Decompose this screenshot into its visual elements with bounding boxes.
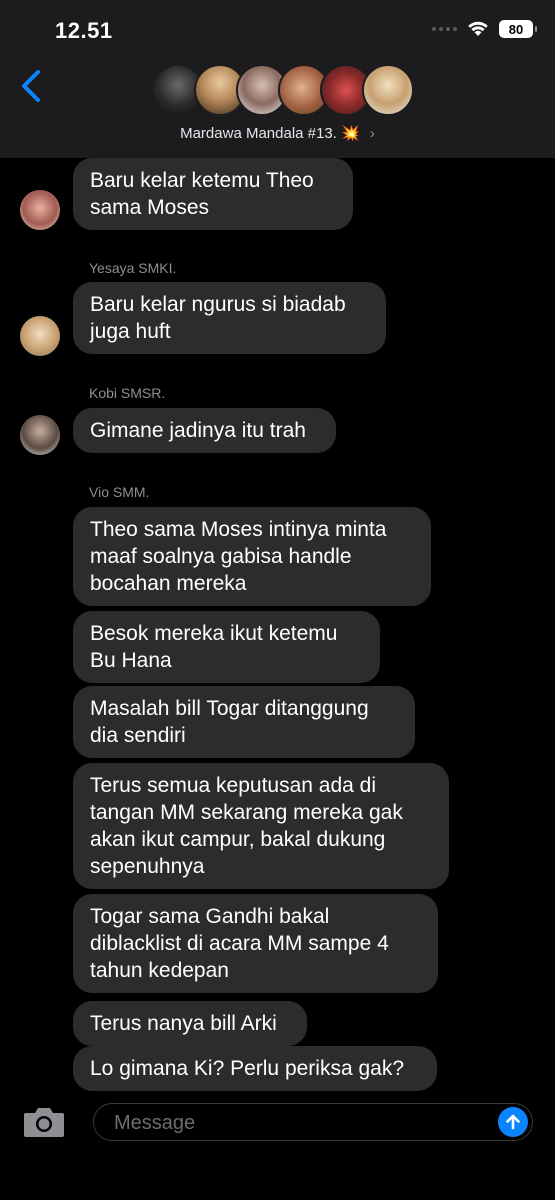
message-input[interactable] bbox=[112, 1109, 476, 1137]
cellular-signal-icon bbox=[432, 27, 457, 31]
send-button[interactable] bbox=[498, 1107, 528, 1137]
camera-icon[interactable] bbox=[22, 1105, 66, 1139]
message-text: Besok mereka ikut ketemu Bu Hana bbox=[90, 622, 338, 672]
message-text: Baru kelar ketemu Theo sama Moses bbox=[90, 169, 314, 219]
avatar bbox=[362, 64, 414, 116]
message-bubble[interactable]: Lo gimana Ki? Perlu periksa gak? bbox=[73, 1046, 437, 1091]
arrow-up-icon bbox=[506, 1114, 520, 1130]
message-bubble[interactable]: Masalah bill Togar ditanggung dia sendir… bbox=[73, 686, 415, 758]
chevron-right-icon: › bbox=[369, 125, 375, 142]
message-bubble[interactable]: Togar sama Gandhi bakal diblacklist di a… bbox=[73, 894, 438, 993]
message-text: Masalah bill Togar ditanggung dia sendir… bbox=[90, 697, 369, 747]
group-emoji: 💥 bbox=[341, 125, 360, 142]
avatar[interactable] bbox=[20, 190, 60, 230]
battery-icon: 80 bbox=[499, 20, 537, 38]
wifi-icon bbox=[468, 21, 488, 36]
message-bubble[interactable]: Terus semua keputusan ada di tangan MM s… bbox=[73, 763, 449, 889]
message-bubble[interactable]: Theo sama Moses intinya minta maaf soaln… bbox=[73, 507, 431, 606]
avatar[interactable] bbox=[20, 316, 60, 356]
status-icons: 80 bbox=[432, 20, 537, 38]
sender-name: Vio SMM. bbox=[89, 484, 150, 500]
group-name-label: Mardawa Mandala #13. bbox=[180, 125, 337, 142]
group-avatars[interactable] bbox=[152, 64, 414, 118]
message-field[interactable] bbox=[93, 1103, 533, 1141]
group-name[interactable]: Mardawa Mandala #13. 💥 › bbox=[0, 124, 555, 142]
message-text: Terus nanya bill Arki bbox=[90, 1012, 277, 1035]
avatar[interactable] bbox=[20, 415, 60, 455]
message-list[interactable]: Baru kelar ketemu Theo sama Moses Yesaya… bbox=[0, 158, 555, 1093]
message-text: Theo sama Moses intinya minta maaf soaln… bbox=[90, 518, 387, 595]
message-bubble[interactable]: Terus nanya bill Arki bbox=[73, 1001, 307, 1046]
message-text: Terus semua keputusan ada di tangan MM s… bbox=[90, 774, 403, 878]
message-bubble[interactable]: Baru kelar ngurus si biadab juga huft bbox=[73, 282, 386, 354]
message-bubble[interactable]: Gimane jadinya itu trah bbox=[73, 408, 336, 453]
message-text: Baru kelar ngurus si biadab juga huft bbox=[90, 293, 346, 343]
message-bubble[interactable]: Baru kelar ketemu Theo sama Moses bbox=[73, 158, 353, 230]
message-text: Gimane jadinya itu trah bbox=[90, 419, 306, 442]
composer-bar bbox=[0, 1093, 555, 1200]
message-text: Lo gimana Ki? Perlu periksa gak? bbox=[90, 1057, 405, 1080]
back-chevron-icon[interactable] bbox=[18, 68, 48, 104]
status-time: 12.51 bbox=[55, 18, 113, 43]
chat-header: 12.51 80 Mardawa Mandala #13. 💥 › bbox=[0, 0, 555, 158]
sender-name: Yesaya SMKI. bbox=[89, 260, 177, 276]
sender-name: Kobi SMSR. bbox=[89, 385, 166, 401]
message-text: Togar sama Gandhi bakal diblacklist di a… bbox=[90, 905, 389, 982]
message-bubble[interactable]: Besok mereka ikut ketemu Bu Hana bbox=[73, 611, 380, 683]
